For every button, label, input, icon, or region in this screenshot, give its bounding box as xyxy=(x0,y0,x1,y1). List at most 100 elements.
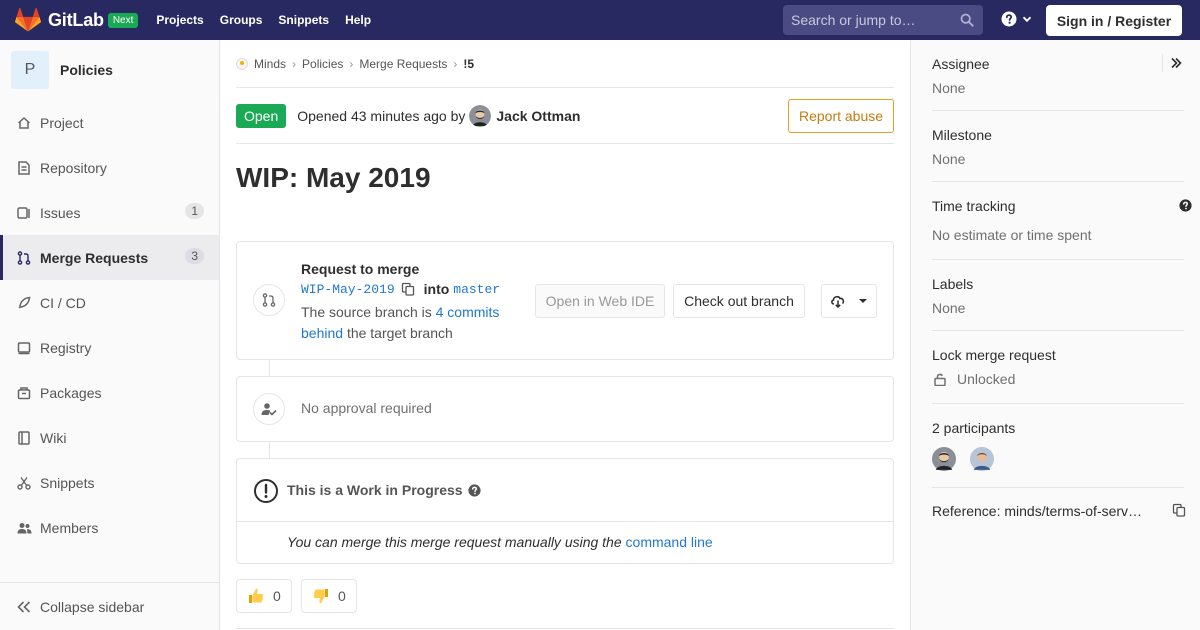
sign-in-button[interactable]: Sign in / Register xyxy=(1046,5,1182,36)
sidebar-item-label: Packages xyxy=(40,384,102,401)
sidebar-item-merge-requests[interactable]: Merge Requests 3 xyxy=(0,235,219,280)
sidebar-item-label: Issues xyxy=(40,204,81,221)
question-icon[interactable] xyxy=(467,483,481,497)
copy-icon[interactable] xyxy=(1172,503,1186,517)
search-input[interactable] xyxy=(791,12,951,28)
author-name[interactable]: Jack Ottman xyxy=(496,108,580,124)
branch-behind-text: The source branch is 4 commits behind th… xyxy=(301,302,521,344)
lock-title: Lock merge request xyxy=(932,347,1056,363)
mr-header: Open Opened 43 minutes ago by Jack Ottma… xyxy=(236,88,894,144)
target-branch[interactable]: master xyxy=(453,282,500,297)
thumbs-down-button[interactable]: 0 xyxy=(301,579,357,613)
sidebar-item-label: Repository xyxy=(40,159,107,176)
widget-connector xyxy=(269,442,270,458)
gitlab-logo[interactable]: GitLab Next xyxy=(15,0,139,40)
sidebar-item-repository[interactable]: Repository xyxy=(0,145,219,190)
merge-request-icon xyxy=(16,250,32,266)
sidebar-item-ci-cd[interactable]: CI / CD xyxy=(0,280,219,325)
nav-snippets[interactable]: Snippets xyxy=(270,0,337,40)
manual-merge-text: You can merge this merge request manuall… xyxy=(287,534,713,550)
sidebar-item-wiki[interactable]: Wiki xyxy=(0,415,219,460)
container-icon xyxy=(16,340,32,356)
search-icon xyxy=(960,13,974,27)
breadcrumb-current[interactable]: !5 xyxy=(463,57,474,71)
nav-help[interactable]: Help xyxy=(337,0,379,40)
breadcrumb-group[interactable]: Minds xyxy=(254,57,286,71)
package-icon xyxy=(16,385,32,401)
project-avatar: P xyxy=(11,51,49,89)
download-dropdown-button[interactable] xyxy=(821,284,877,318)
doc-icon xyxy=(16,160,32,176)
thumbs-down-icon xyxy=(313,589,328,604)
command-line-link[interactable]: command line xyxy=(626,534,713,550)
approval-text: No approval required xyxy=(301,400,432,416)
wip-warning-icon xyxy=(253,478,279,507)
breadcrumb: Minds › Policies › Merge Requests › !5 xyxy=(236,40,894,88)
next-badge[interactable]: Next xyxy=(107,12,139,28)
main-content: Minds › Policies › Merge Requests › !5 O… xyxy=(236,40,894,242)
breadcrumb-separator: › xyxy=(349,56,354,71)
check-out-branch-button[interactable]: Check out branch xyxy=(673,284,805,318)
wip-heading: This is a Work in Progress xyxy=(287,482,463,498)
top-nav-links: Projects Groups Snippets Help xyxy=(148,0,379,40)
nav-groups[interactable]: Groups xyxy=(212,0,271,40)
report-abuse-button[interactable]: Report abuse xyxy=(788,99,894,133)
labels-value: None xyxy=(932,300,966,316)
sidebar-item-registry[interactable]: Registry xyxy=(0,325,219,370)
reference-block: Reference: minds/terms-of-serv… xyxy=(932,503,1186,519)
collapse-sidebar-button[interactable]: Collapse sidebar xyxy=(0,582,219,630)
sidebar-item-issues[interactable]: Issues 1 xyxy=(0,190,219,235)
milestone-value: None xyxy=(932,151,966,167)
question-icon[interactable] xyxy=(1179,199,1192,212)
breadcrumb-separator: › xyxy=(292,56,297,71)
behind-prefix: The source branch is xyxy=(301,304,432,320)
project-sidebar: P Policies Project Repository Issues 1 M… xyxy=(0,40,220,630)
content-divider xyxy=(236,628,894,629)
help-dropdown[interactable] xyxy=(1001,11,1032,27)
open-in-web-ide-button[interactable]: Open in Web IDE xyxy=(535,284,665,318)
assignee-value: None xyxy=(932,80,966,96)
cloud-download-icon xyxy=(831,295,845,308)
reference-text: Reference: minds/terms-of-serv… xyxy=(932,503,1143,519)
nav-projects[interactable]: Projects xyxy=(148,0,211,40)
author-avatar[interactable] xyxy=(469,104,492,127)
sidebar-item-snippets[interactable]: Snippets xyxy=(0,460,219,505)
project-header[interactable]: P Policies xyxy=(0,40,219,100)
widget-connector xyxy=(269,360,270,376)
top-navbar: GitLab Next Projects Groups Snippets Hel… xyxy=(0,0,1200,40)
scissors-icon xyxy=(16,475,32,491)
wip-divider xyxy=(237,521,893,522)
unlock-icon xyxy=(934,373,946,386)
copy-icon[interactable] xyxy=(401,282,415,296)
user-check-icon xyxy=(261,403,277,416)
labels-title: Labels xyxy=(932,276,974,292)
thumbs-up-button[interactable]: 0 xyxy=(236,579,292,613)
participant-avatar[interactable] xyxy=(932,447,956,471)
brand-name: GitLab xyxy=(48,9,104,30)
gitlab-tanuki-icon xyxy=(15,8,41,32)
assignee-title: Assignee xyxy=(932,56,990,72)
sidebar-item-label: Merge Requests xyxy=(40,249,149,266)
issuable-sidebar: Assignee None Milestone None Time tracki… xyxy=(910,40,1200,630)
sidebar-item-label: Wiki xyxy=(40,429,67,446)
branch-line: WIP-May-2019 into master xyxy=(301,281,500,297)
merge-icon-circle xyxy=(253,284,285,316)
milestone-block: Milestone None xyxy=(932,127,1184,182)
approval-icon-circle xyxy=(253,393,285,425)
sidebar-item-packages[interactable]: Packages xyxy=(0,370,219,415)
sidebar-item-members[interactable]: Members xyxy=(0,505,219,550)
chevron-down-icon xyxy=(1022,16,1032,23)
thumbs-down-count: 0 xyxy=(338,588,346,604)
participant-avatar[interactable] xyxy=(970,447,994,471)
participants-list xyxy=(932,447,1184,471)
breadcrumb-merge-requests[interactable]: Merge Requests xyxy=(359,57,447,71)
lock-block: Lock merge request Unlocked xyxy=(932,347,1184,404)
caret-down-icon xyxy=(859,299,867,303)
search-box[interactable] xyxy=(783,5,983,35)
labels-block: Labels None xyxy=(932,276,1184,331)
sidebar-item-label: Members xyxy=(40,519,99,536)
merge-request-widget: Request to merge WIP-May-2019 into maste… xyxy=(236,241,894,360)
source-branch[interactable]: WIP-May-2019 xyxy=(301,282,395,297)
sidebar-item-project[interactable]: Project xyxy=(0,100,219,145)
breadcrumb-project[interactable]: Policies xyxy=(302,57,343,71)
